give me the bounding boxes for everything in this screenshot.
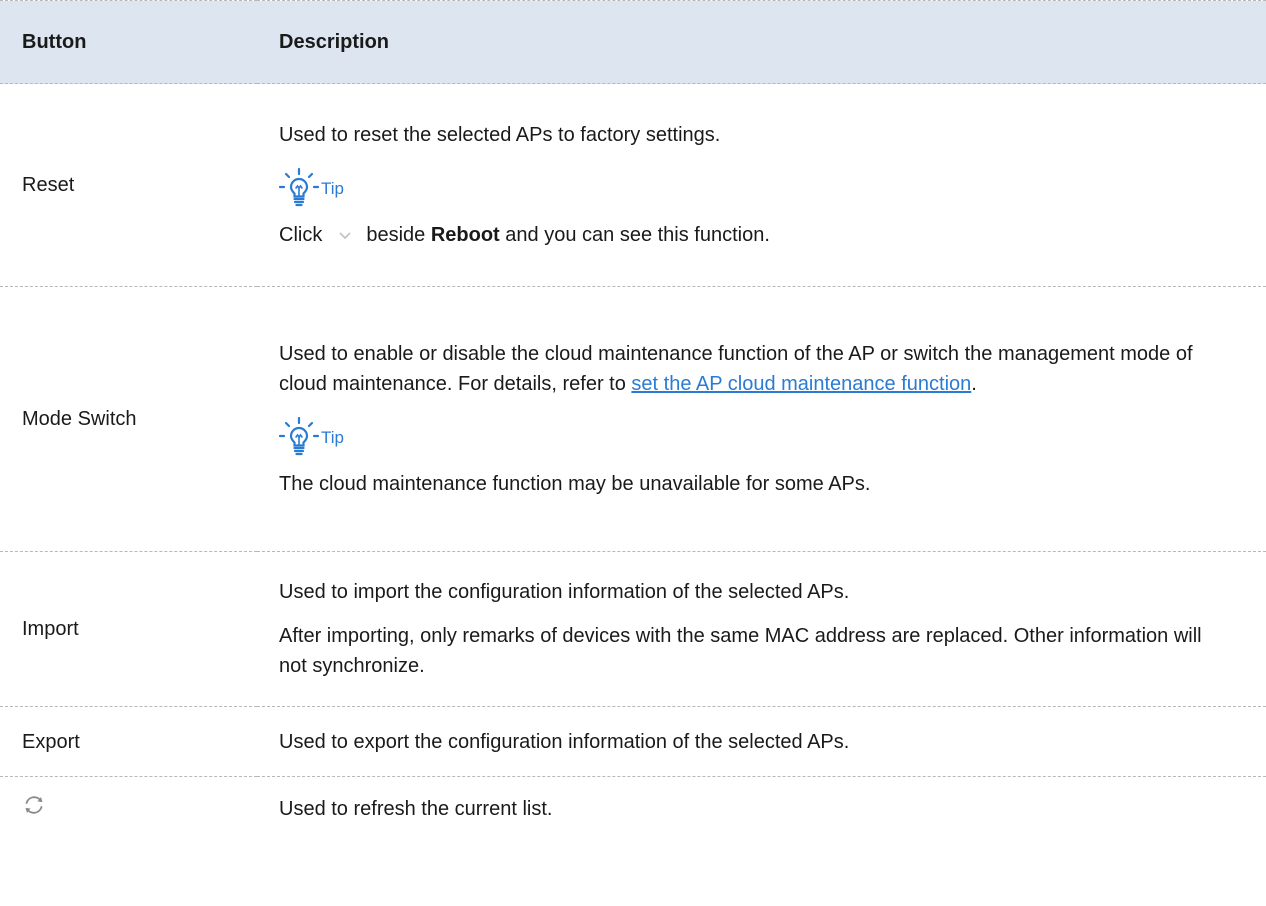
reset-description-text: Used to reset the selected APs to factor… [279,123,721,146]
table-row-export: Export Used to export the configuration … [0,706,1266,777]
description-mode-switch: Used to enable or disable the cloud main… [257,286,1266,552]
lightbulb-icon [279,167,319,208]
tip-tail-text: and you can see this function. [499,223,770,246]
button-description-table: Button Description Reset Used to reset t… [0,0,1266,841]
description-refresh: Used to refresh the current list. [279,798,553,820]
description-export: Used to export the configuration informa… [257,706,1266,777]
cloud-maintenance-link[interactable]: set the AP cloud maintenance function [631,373,971,395]
tip-label: Tip [321,178,344,198]
table-row-reset: Reset Used to reset the selected APs to … [0,83,1266,287]
import-note-text: After importing, only remarks of devices… [279,625,1202,677]
reboot-label: Reboot [430,223,500,246]
description-reset: Used to reset the selected APs to factor… [257,83,1266,287]
table-row-refresh: Used to refresh the current list. [0,777,1266,842]
header-description: Description [257,0,1266,84]
button-name-mode-switch: Mode Switch [0,286,257,552]
chevron-down-icon [338,220,352,250]
table-row-import: Import Used to import the configuration … [0,551,1266,707]
description-import: Used to import the configuration informa… [257,551,1266,707]
lightbulb-icon [279,417,319,457]
refresh-icon [22,795,46,822]
header-button: Button [0,0,257,84]
tip-label: Tip [321,428,344,447]
tip-click-word: Click [279,223,323,246]
mode-switch-desc-post: . [971,373,977,395]
reset-tip-text: Click beside Reboot and you can see this … [279,220,1226,251]
table-row-mode-switch: Mode Switch Used to enable or disable th… [0,286,1266,552]
button-cell-refresh [0,777,257,842]
mode-switch-description-text: Used to enable or disable the cloud main… [279,339,1226,399]
tip-callout: Tip [279,417,1226,457]
button-name-export: Export [0,706,257,777]
tip-beside-word: beside [366,223,426,246]
mode-switch-tip-text: The cloud maintenance function may be un… [279,473,871,495]
table-header-row: Button Description [0,0,1266,84]
button-name-import: Import [0,551,257,707]
import-description-text: Used to import the configuration informa… [279,581,850,603]
tip-callout: Tip [279,167,1226,208]
button-name-reset: Reset [0,83,257,287]
